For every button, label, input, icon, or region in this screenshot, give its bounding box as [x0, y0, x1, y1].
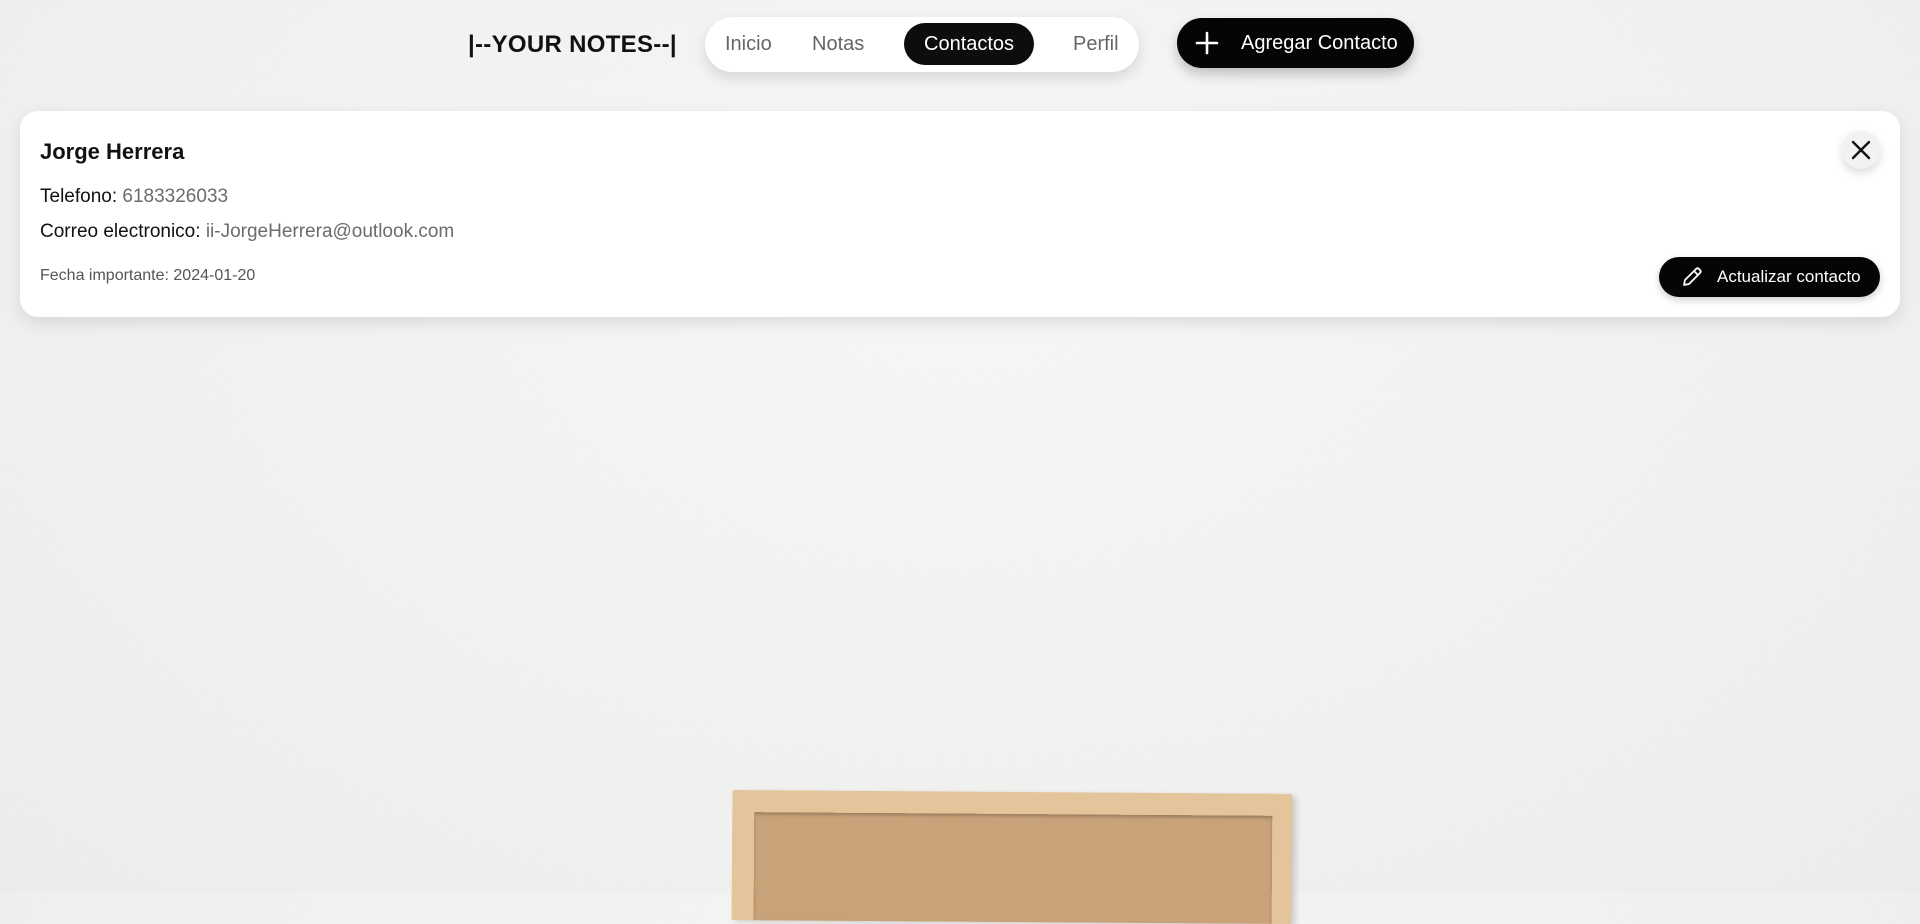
phone-row: Telefono: 6183326033: [40, 186, 228, 208]
pencil-icon: [1681, 266, 1703, 293]
important-date-label: Fecha importante:: [40, 267, 169, 284]
email-label: Correo electronico:: [40, 221, 201, 242]
contact-card: Jorge Herrera Telefono: 6183326033 Corre…: [20, 111, 1900, 317]
important-date-row: Fecha importante: 2024-01-20: [40, 267, 255, 285]
corkboard-image: [731, 790, 1293, 924]
brand-title: |--YOUR NOTES--|: [468, 31, 677, 58]
close-button[interactable]: [1842, 131, 1880, 169]
add-contact-label: Agregar Contacto: [1241, 32, 1398, 54]
update-contact-label: Actualizar contacto: [1717, 267, 1861, 286]
email-row: Correo electronico: ii-JorgeHerrera@outl…: [40, 221, 454, 243]
nav-item-inicio[interactable]: Inicio: [725, 23, 772, 65]
email-value: ii-JorgeHerrera@outlook.com: [205, 221, 455, 242]
nav-menu: Inicio Notas Contactos Perfil: [705, 17, 1139, 72]
update-contact-button[interactable]: Actualizar contacto: [1659, 257, 1880, 297]
top-navigation-bar: |--YOUR NOTES--| Inicio Notas Contactos …: [0, 17, 1920, 73]
important-date-value: 2024-01-20: [173, 267, 256, 284]
corkboard-surface: [753, 812, 1273, 924]
nav-item-perfil[interactable]: Perfil: [1073, 23, 1119, 65]
add-contact-button[interactable]: Agregar Contacto: [1177, 18, 1414, 68]
plus-icon: [1195, 31, 1219, 55]
phone-label: Telefono:: [40, 186, 118, 207]
contact-name: Jorge Herrera: [40, 139, 185, 164]
nav-item-notas[interactable]: Notas: [812, 23, 864, 65]
close-icon: [1851, 140, 1871, 160]
phone-value: 6183326033: [122, 186, 229, 207]
nav-item-contactos[interactable]: Contactos: [904, 23, 1035, 65]
